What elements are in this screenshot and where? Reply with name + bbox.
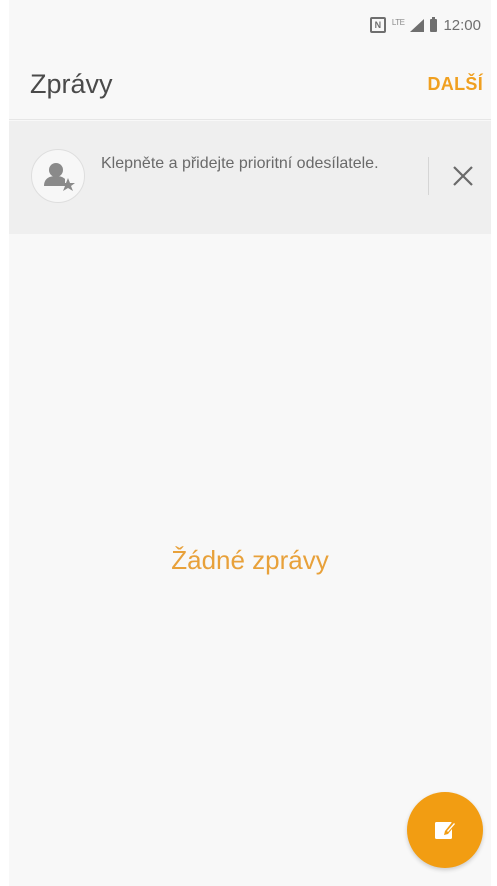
priority-senders-banner[interactable]: Klepněte a přidejte prioritní odesílatel… bbox=[9, 121, 491, 234]
compose-button[interactable] bbox=[407, 792, 483, 868]
banner-text: Klepněte a přidejte prioritní odesílatel… bbox=[101, 155, 379, 172]
status-bar: N LTE 12:00 bbox=[9, 0, 491, 50]
status-time: 12:00 bbox=[443, 16, 481, 34]
lte-icon: LTE bbox=[392, 18, 405, 27]
battery-icon bbox=[430, 16, 438, 32]
messages-screen: N LTE 12:00 Zprávy DALŠÍ Klepněte a přid… bbox=[9, 0, 491, 886]
priority-sender-add-icon[interactable] bbox=[31, 149, 85, 203]
close-icon[interactable] bbox=[450, 163, 476, 189]
more-button[interactable]: DALŠÍ bbox=[428, 74, 484, 95]
nfc-icon: N bbox=[369, 17, 386, 33]
nfc-label: N bbox=[369, 17, 386, 33]
page-title: Zprávy bbox=[30, 69, 113, 99]
empty-state-text: Žádné zprávy bbox=[171, 545, 329, 575]
compose-icon bbox=[435, 821, 456, 839]
network-label: LTE bbox=[391, 17, 405, 27]
banner-divider bbox=[428, 157, 429, 195]
app-bar: Zprávy DALŠÍ bbox=[9, 50, 491, 120]
signal-icon bbox=[410, 18, 425, 32]
